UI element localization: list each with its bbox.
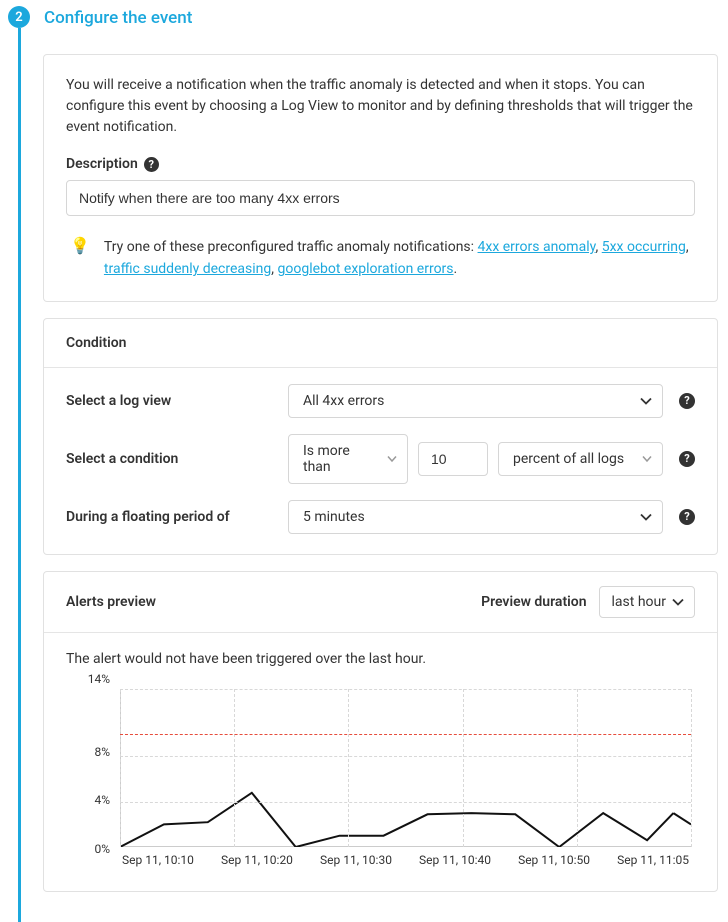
help-icon[interactable]: ? — [144, 157, 159, 172]
x-tick-label: Sep 11, 10:30 — [320, 853, 392, 867]
preview-duration-label: Preview duration — [481, 594, 586, 610]
condition-header: Condition — [44, 319, 717, 368]
x-tick-label: Sep 11, 10:10 — [122, 853, 194, 867]
period-select[interactable]: 5 minutes — [288, 500, 663, 534]
x-tick-label: Sep 11, 10:40 — [419, 853, 491, 867]
description-card: You will receive a notification when the… — [43, 54, 718, 302]
tip-text: Try one of these preconfigured traffic a… — [104, 236, 691, 281]
y-tick-label: 8% — [94, 745, 110, 759]
link-traffic-decreasing[interactable]: traffic suddenly decreasing — [104, 261, 271, 277]
logview-select[interactable]: All 4xx errors — [288, 384, 663, 418]
logview-label: Select a log view — [66, 393, 276, 409]
chevron-down-icon — [387, 455, 397, 462]
y-tick-label: 4% — [94, 793, 110, 807]
condition-card: Condition Select a log view All 4xx erro… — [43, 318, 718, 555]
alerts-chart: 0%4%8%14% Sep 11, 10:10Sep 11, 10:20Sep … — [66, 679, 695, 871]
x-tick-label: Sep 11, 11:05 — [617, 853, 689, 867]
preview-duration-select[interactable]: last hour — [599, 586, 695, 618]
preview-message: The alert would not have been triggered … — [66, 651, 695, 667]
chevron-down-icon — [672, 598, 684, 606]
x-tick-label: Sep 11, 10:50 — [518, 853, 590, 867]
help-icon[interactable]: ? — [679, 393, 695, 409]
threshold-line — [120, 734, 691, 735]
step-number-badge: 2 — [8, 6, 30, 28]
chevron-down-icon — [640, 397, 652, 405]
link-5xx-occurring[interactable]: 5xx occurring — [602, 239, 686, 255]
description-input[interactable] — [66, 180, 695, 216]
link-4xx-anomaly[interactable]: 4xx errors anomaly — [478, 239, 596, 255]
y-tick-label: 14% — [88, 672, 110, 686]
chevron-down-icon — [640, 513, 652, 521]
unit-select[interactable]: percent of all logs — [498, 442, 663, 476]
y-tick-label: 0% — [94, 842, 110, 856]
period-label: During a floating period of — [66, 509, 276, 525]
condition-label: Select a condition — [66, 451, 276, 467]
preview-title: Alerts preview — [66, 594, 156, 610]
link-googlebot-errors[interactable]: googlebot exploration errors — [278, 261, 454, 277]
chevron-down-icon — [642, 455, 652, 462]
threshold-input[interactable] — [418, 442, 488, 476]
x-tick-label: Sep 11, 10:20 — [221, 853, 293, 867]
lightbulb-icon: 💡 — [70, 236, 90, 281]
help-icon[interactable]: ? — [679, 509, 695, 525]
step-title: Configure the event — [44, 6, 728, 28]
intro-text: You will receive a notification when the… — [66, 75, 695, 138]
preview-card: Alerts preview Preview duration last hou… — [43, 571, 718, 892]
help-icon[interactable]: ? — [679, 451, 695, 467]
condition-select[interactable]: Is more than — [288, 434, 408, 484]
description-label: Description — [66, 156, 138, 172]
